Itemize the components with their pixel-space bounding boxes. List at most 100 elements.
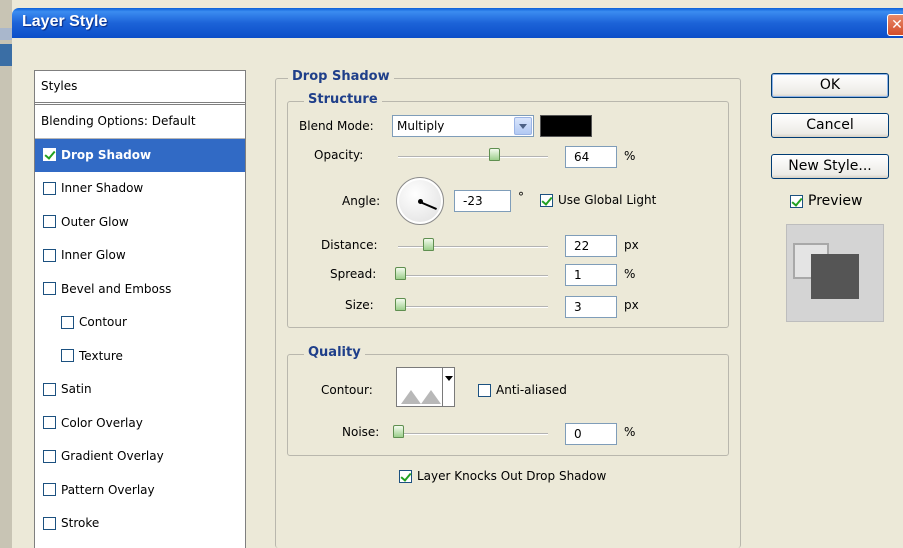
spread-label: Spread: (330, 267, 377, 281)
preview-checkbox[interactable]: Preview (790, 193, 863, 209)
style-checkbox[interactable] (43, 382, 56, 396)
style-item-bevel-and-emboss[interactable]: Bevel and Emboss (35, 273, 245, 307)
style-item-color-overlay[interactable]: Color Overlay (35, 407, 245, 441)
size-slider-thumb[interactable] (394, 298, 406, 311)
style-item-label: Stroke (61, 516, 100, 531)
noise-slider-thumb[interactable] (393, 425, 404, 438)
angle-dial[interactable] (396, 177, 444, 225)
style-item-drop-shadow[interactable]: Drop Shadow (35, 138, 245, 172)
style-checkbox[interactable] (43, 516, 56, 530)
style-item-inner-shadow[interactable]: Inner Shadow (35, 172, 245, 206)
anti-aliased-label: Anti-aliased (496, 383, 567, 397)
window-title: Layer Style (22, 13, 108, 30)
angle-unit: ° (518, 190, 524, 204)
style-item-contour[interactable]: Contour (35, 306, 245, 340)
layer-style-dialog: Layer Style ✕ Styles Blending Options: D… (12, 0, 903, 548)
ok-button[interactable]: OK (771, 73, 889, 98)
knocks-out-label: Layer Knocks Out Drop Shadow (417, 469, 607, 483)
style-item-satin[interactable]: Satin (35, 373, 245, 407)
knocks-out-checkbox[interactable]: Layer Knocks Out Drop Shadow (399, 469, 606, 483)
style-checkbox[interactable] (43, 416, 56, 430)
background-window-edge (0, 0, 12, 548)
use-global-light-checkbox[interactable]: Use Global Light (540, 193, 656, 207)
style-checkbox[interactable] (43, 148, 56, 162)
preview-label: Preview (808, 193, 863, 209)
style-item-stroke[interactable]: Stroke (35, 507, 245, 541)
style-checkbox[interactable] (43, 215, 56, 229)
blend-mode-label-text: Blend Mode: (299, 119, 374, 133)
new-style-button[interactable]: New Style... (771, 154, 889, 179)
preview-check[interactable] (790, 194, 803, 208)
distance-unit: px (624, 238, 639, 252)
style-item-outer-glow[interactable]: Outer Glow (35, 206, 245, 240)
distance-input[interactable]: 22 (565, 235, 617, 257)
style-item-label: Contour (79, 315, 127, 330)
spread-slider-thumb[interactable] (394, 267, 406, 280)
spread-slider-track[interactable] (398, 275, 548, 277)
title-bar[interactable]: Layer Style ✕ (12, 8, 903, 38)
structure-title: Structure (304, 92, 382, 107)
style-item-pattern-overlay[interactable]: Pattern Overlay (35, 474, 245, 508)
opacity-input[interactable]: 64 (565, 146, 617, 168)
shadow-color-swatch[interactable] (540, 115, 592, 137)
style-item-label: Inner Shadow (61, 181, 144, 196)
use-global-light-label: Use Global Light (558, 193, 657, 207)
style-checkbox[interactable] (43, 248, 56, 262)
close-button[interactable]: ✕ (887, 14, 903, 36)
noise-label: Noise: (342, 425, 380, 439)
style-item-label: Bevel and Emboss (61, 281, 172, 296)
knocks-out-check[interactable] (399, 469, 412, 483)
anti-aliased-check[interactable] (478, 383, 491, 397)
style-item-label: Satin (61, 382, 92, 397)
noise-input[interactable]: 0 (565, 423, 617, 445)
distance-slider-track[interactable] (398, 246, 548, 248)
style-checkbox[interactable] (43, 449, 56, 463)
noise-slider-track[interactable] (398, 433, 548, 435)
blend-mode-value: Multiply (397, 119, 445, 133)
style-item-gradient-overlay[interactable]: Gradient Overlay (35, 440, 245, 474)
angle-input[interactable]: -23 (454, 190, 511, 212)
cancel-button[interactable]: Cancel (771, 113, 889, 138)
style-item-label: Outer Glow (61, 214, 129, 229)
style-item-label: Inner Glow (61, 248, 126, 263)
style-checkbox[interactable] (43, 181, 56, 195)
contour-preview-icon (399, 370, 443, 406)
style-checkbox[interactable] (61, 349, 74, 363)
contour-picker[interactable] (396, 367, 455, 407)
chevron-down-icon[interactable] (514, 117, 532, 135)
style-item-label: Gradient Overlay (61, 449, 164, 464)
spread-input[interactable]: 1 (565, 264, 617, 286)
style-item-inner-glow[interactable]: Inner Glow (35, 239, 245, 273)
styles-list: Styles Blending Options: Default Drop Sh… (34, 70, 246, 548)
styles-header[interactable]: Styles (35, 71, 245, 105)
blending-options-item[interactable]: Blending Options: Default (35, 105, 245, 139)
quality-title: Quality (304, 345, 365, 360)
opacity-unit: % (624, 149, 636, 163)
style-checkbox[interactable] (61, 315, 74, 329)
style-checkbox[interactable] (43, 483, 56, 497)
size-slider-track[interactable] (398, 306, 548, 308)
use-global-light-check[interactable] (540, 193, 553, 207)
blend-mode-select[interactable]: Multiply (392, 115, 534, 137)
background-window-fragment (0, 44, 12, 66)
blend-mode-label: Blend Mode: (299, 119, 374, 133)
opacity-slider-thumb[interactable] (489, 148, 500, 161)
style-item-label: Pattern Overlay (61, 482, 155, 497)
style-item-texture[interactable]: Texture (35, 340, 245, 374)
distance-slider-thumb[interactable] (423, 238, 434, 251)
size-input[interactable]: 3 (565, 296, 617, 318)
size-label: Size: (345, 298, 374, 312)
style-preview (786, 224, 884, 322)
contour-label: Contour: (321, 383, 373, 397)
drop-shadow-title: Drop Shadow (288, 69, 394, 84)
style-checkbox[interactable] (43, 282, 56, 296)
anti-aliased-checkbox[interactable]: Anti-aliased (478, 383, 567, 397)
angle-center (418, 199, 423, 204)
preview-square (811, 254, 859, 299)
contour-dropdown-arrow[interactable] (442, 368, 454, 406)
close-icon: ✕ (891, 17, 903, 33)
distance-label: Distance: (321, 238, 378, 252)
opacity-slider-track[interactable] (398, 156, 548, 158)
quality-group (287, 354, 729, 456)
style-item-label: Texture (79, 348, 123, 363)
